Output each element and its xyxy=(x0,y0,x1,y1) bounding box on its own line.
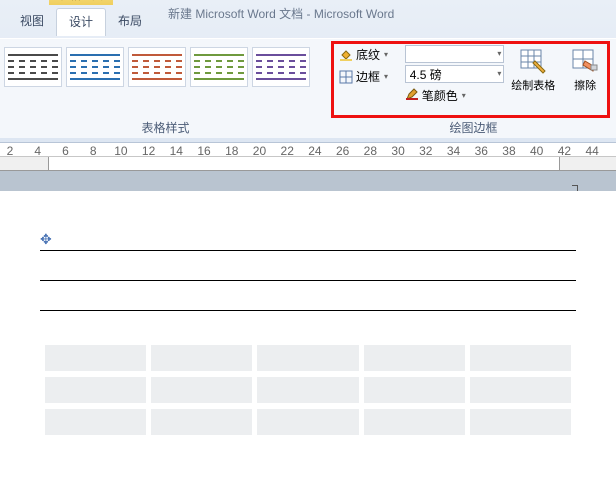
document-title: 新建 Microsoft Word 文档 - Microsoft Word xyxy=(168,5,394,22)
ruler-tick: 18 xyxy=(225,144,238,158)
chevron-down-icon: ▾ xyxy=(497,49,501,58)
tab-design[interactable]: 设计 xyxy=(56,8,106,36)
draw-table-icon xyxy=(519,47,547,75)
pen-color-button[interactable]: 笔颜色 ▾ xyxy=(405,85,505,104)
group-draw-borders: 底纹 ▾ 边框 ▾ ▾ xyxy=(331,39,616,138)
draw-table-button[interactable]: 绘制表格 xyxy=(510,45,556,115)
ruler-tick: 40 xyxy=(530,144,543,158)
group-caption-draw: 绘图边框 xyxy=(331,117,616,136)
ruler-tick: 30 xyxy=(391,144,404,158)
border-label: 边框 xyxy=(356,68,380,85)
ruler-tick: 22 xyxy=(281,144,294,158)
document-table-2[interactable] xyxy=(40,339,576,441)
ruler-tick: 14 xyxy=(170,144,183,158)
pen-icon xyxy=(405,87,419,104)
ruler-tick: 26 xyxy=(336,144,349,158)
eraser-button[interactable]: 擦除 xyxy=(562,45,608,115)
ruler-tick: 4 xyxy=(34,144,41,158)
table-style-thumb-0[interactable] xyxy=(4,47,62,87)
table-style-thumb-2[interactable] xyxy=(128,47,186,87)
ruler-tick: 10 xyxy=(114,144,127,158)
line-style-combo[interactable]: ▾ xyxy=(405,45,505,63)
border-button[interactable]: 边框 ▾ xyxy=(337,67,399,86)
group-table-styles: 表格样式 xyxy=(0,39,331,138)
ruler-tick: 2 xyxy=(7,144,14,158)
document-page: ✥ xyxy=(0,191,616,441)
paint-bucket-icon xyxy=(339,48,353,62)
eraser-icon xyxy=(571,47,599,75)
table-style-thumb-3[interactable] xyxy=(190,47,248,87)
chevron-down-icon: ▾ xyxy=(462,91,466,100)
context-tab-table-tools: 表格工具 xyxy=(49,0,113,5)
ruler-tick: 20 xyxy=(253,144,266,158)
shading-label: 底纹 xyxy=(356,46,380,63)
line-weight-value: 4.5 磅 xyxy=(410,66,442,83)
ruler-tick: 16 xyxy=(197,144,210,158)
tab-layout[interactable]: 布局 xyxy=(106,8,154,36)
line-weight-combo[interactable]: 4.5 磅 ▾ xyxy=(405,65,505,83)
shading-button[interactable]: 底纹 ▾ xyxy=(337,45,399,64)
table-style-thumb-4[interactable] xyxy=(252,47,310,87)
group-caption-styles: 表格样式 xyxy=(4,117,327,136)
pen-color-label: 笔颜色 xyxy=(422,87,458,104)
document-background xyxy=(0,171,616,191)
document-table-1[interactable] xyxy=(40,250,576,311)
border-grid-icon xyxy=(339,70,353,84)
draw-table-label: 绘制表格 xyxy=(511,77,555,93)
tab-view[interactable]: 视图 xyxy=(8,8,56,36)
ruler-tick: 12 xyxy=(142,144,155,158)
chevron-down-icon: ▾ xyxy=(384,72,388,81)
ruler-tick: 44 xyxy=(585,144,598,158)
ruler-tick: 36 xyxy=(475,144,488,158)
chevron-down-icon: ▾ xyxy=(384,50,388,59)
ruler-tick: 34 xyxy=(447,144,460,158)
ruler-tick: 42 xyxy=(558,144,571,158)
chevron-down-icon: ▾ xyxy=(497,69,501,78)
eraser-label: 擦除 xyxy=(574,77,596,93)
ruler-tick: 32 xyxy=(419,144,432,158)
ruler-tick: 8 xyxy=(90,144,97,158)
ruler-tick: 38 xyxy=(502,144,515,158)
table-style-thumb-1[interactable] xyxy=(66,47,124,87)
ruler-tick: 28 xyxy=(364,144,377,158)
ruler-tick: 6 xyxy=(62,144,69,158)
table-move-handle-icon[interactable]: ✥ xyxy=(40,191,576,250)
table-resize-handle[interactable] xyxy=(572,185,578,191)
horizontal-ruler: 2468101214161820222426283032343638404244 xyxy=(0,143,616,171)
ruler-tick: 24 xyxy=(308,144,321,158)
